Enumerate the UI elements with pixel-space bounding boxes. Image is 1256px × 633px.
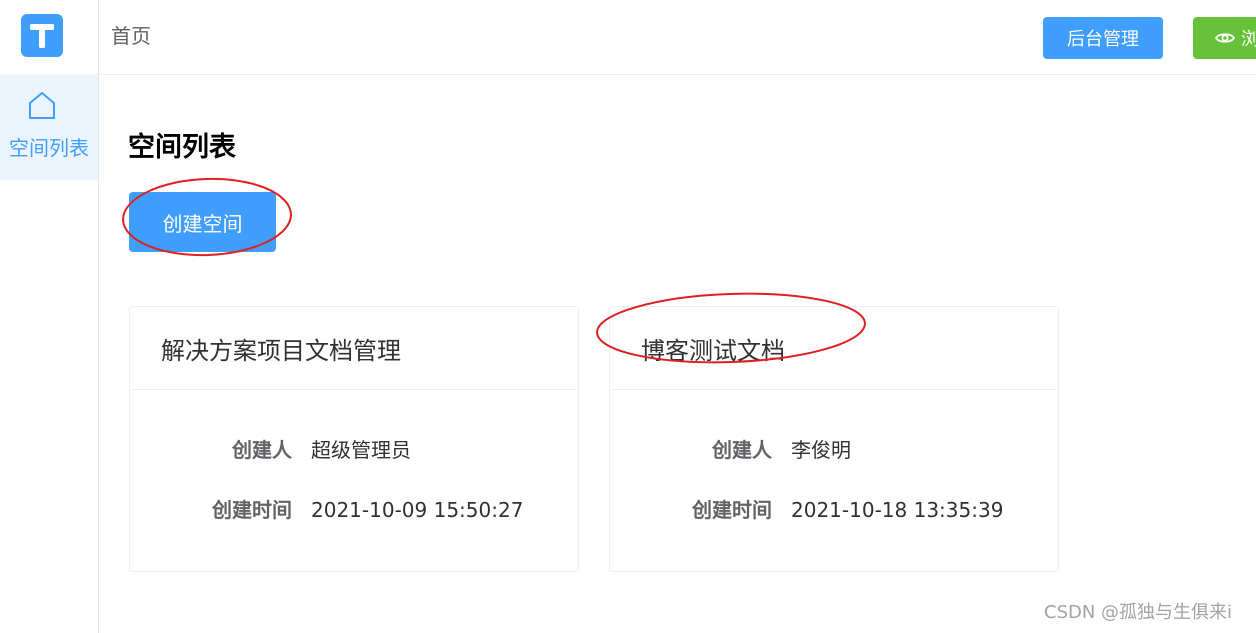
sidebar-item-label: 空间列表: [9, 136, 89, 160]
space-card-title[interactable]: 博客测试文档: [610, 307, 1058, 390]
creator-label: 创建人: [232, 438, 292, 462]
breadcrumb-home[interactable]: 首页: [111, 22, 151, 50]
app-logo[interactable]: [21, 14, 63, 57]
space-card-creator-row: 创建人 超级管理员: [130, 435, 578, 465]
browse-button-label: 浏: [1241, 29, 1256, 50]
creator-value: 李俊明: [791, 438, 851, 462]
space-card-time-row: 创建时间 2021-10-09 15:50:27: [130, 495, 578, 525]
creator-label: 创建人: [712, 438, 772, 462]
create-space-button[interactable]: 创建空间: [129, 192, 276, 252]
sidebar: 空间列表: [0, 0, 99, 633]
created-time-value: 2021-10-18 13:35:39: [791, 498, 1004, 522]
home-icon: [29, 92, 55, 119]
space-card[interactable]: 博客测试文档 创建人 李俊明 创建时间 2021-10-18 13:35:39: [609, 306, 1059, 572]
space-card-title[interactable]: 解决方案项目文档管理: [130, 307, 578, 390]
created-time-label: 创建时间: [692, 498, 772, 522]
logo-t-icon: [30, 23, 54, 48]
space-card[interactable]: 解决方案项目文档管理 创建人 超级管理员 创建时间 2021-10-09 15:…: [129, 306, 579, 572]
top-header: 首页 后台管理 浏: [99, 0, 1256, 75]
space-card-creator-row: 创建人 李俊明: [610, 435, 1058, 465]
browse-button[interactable]: 浏: [1193, 17, 1256, 59]
created-time-value: 2021-10-09 15:50:27: [311, 498, 524, 522]
space-card-time-row: 创建时间 2021-10-18 13:35:39: [610, 495, 1058, 525]
creator-value: 超级管理员: [311, 438, 411, 462]
sidebar-item-space-list[interactable]: 空间列表: [0, 74, 98, 180]
watermark: CSDN @孤独与生俱来i: [1044, 602, 1233, 623]
page-title: 空间列表: [128, 132, 236, 163]
admin-button[interactable]: 后台管理: [1043, 17, 1163, 59]
eye-icon: [1215, 33, 1235, 43]
created-time-label: 创建时间: [212, 498, 292, 522]
